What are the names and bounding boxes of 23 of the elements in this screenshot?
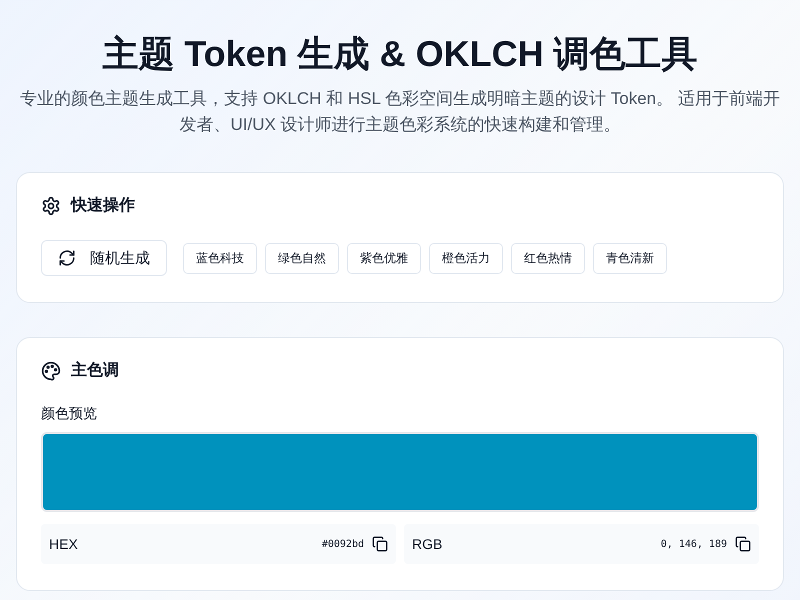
card-title: 主色调: [71, 360, 119, 381]
settings-icon: [41, 196, 61, 216]
value-label: HEX: [49, 536, 79, 552]
preset-button[interactable]: 紫色优雅: [347, 242, 421, 274]
preset-button[interactable]: 青色清新: [593, 242, 667, 274]
page-description: 专业的颜色主题生成工具，支持 OKLCH 和 HSL 色彩空间生成明暗主题的设计 Token。 适用于前端开发者、UI/UX 设计师进行主题色彩系统的快速构建和管理。: [19, 88, 781, 136]
preset-button[interactable]: 橙色活力: [429, 242, 503, 274]
preset-button[interactable]: 蓝色科技: [183, 242, 257, 274]
value-label: RGB: [412, 536, 444, 552]
page-title: 主题 Token 生成 & OKLCH 调色工具: [101, 32, 699, 76]
preset-button[interactable]: 红色热情: [511, 242, 585, 274]
copy-button[interactable]: [372, 536, 388, 552]
copy-button[interactable]: [735, 536, 751, 552]
palette-icon: [41, 360, 61, 380]
refresh-icon: [58, 249, 76, 267]
copy-icon: [735, 536, 751, 552]
color-value: 0, 146, 189: [660, 538, 727, 550]
copy-icon: [372, 536, 388, 552]
color-value: #0092bd: [322, 538, 364, 550]
preview-label: 颜色预览: [41, 405, 98, 423]
preset-button[interactable]: 绿色自然: [265, 242, 339, 274]
card-title: 快速操作: [71, 196, 135, 216]
random-generate-button[interactable]: 随机生成: [41, 240, 167, 276]
